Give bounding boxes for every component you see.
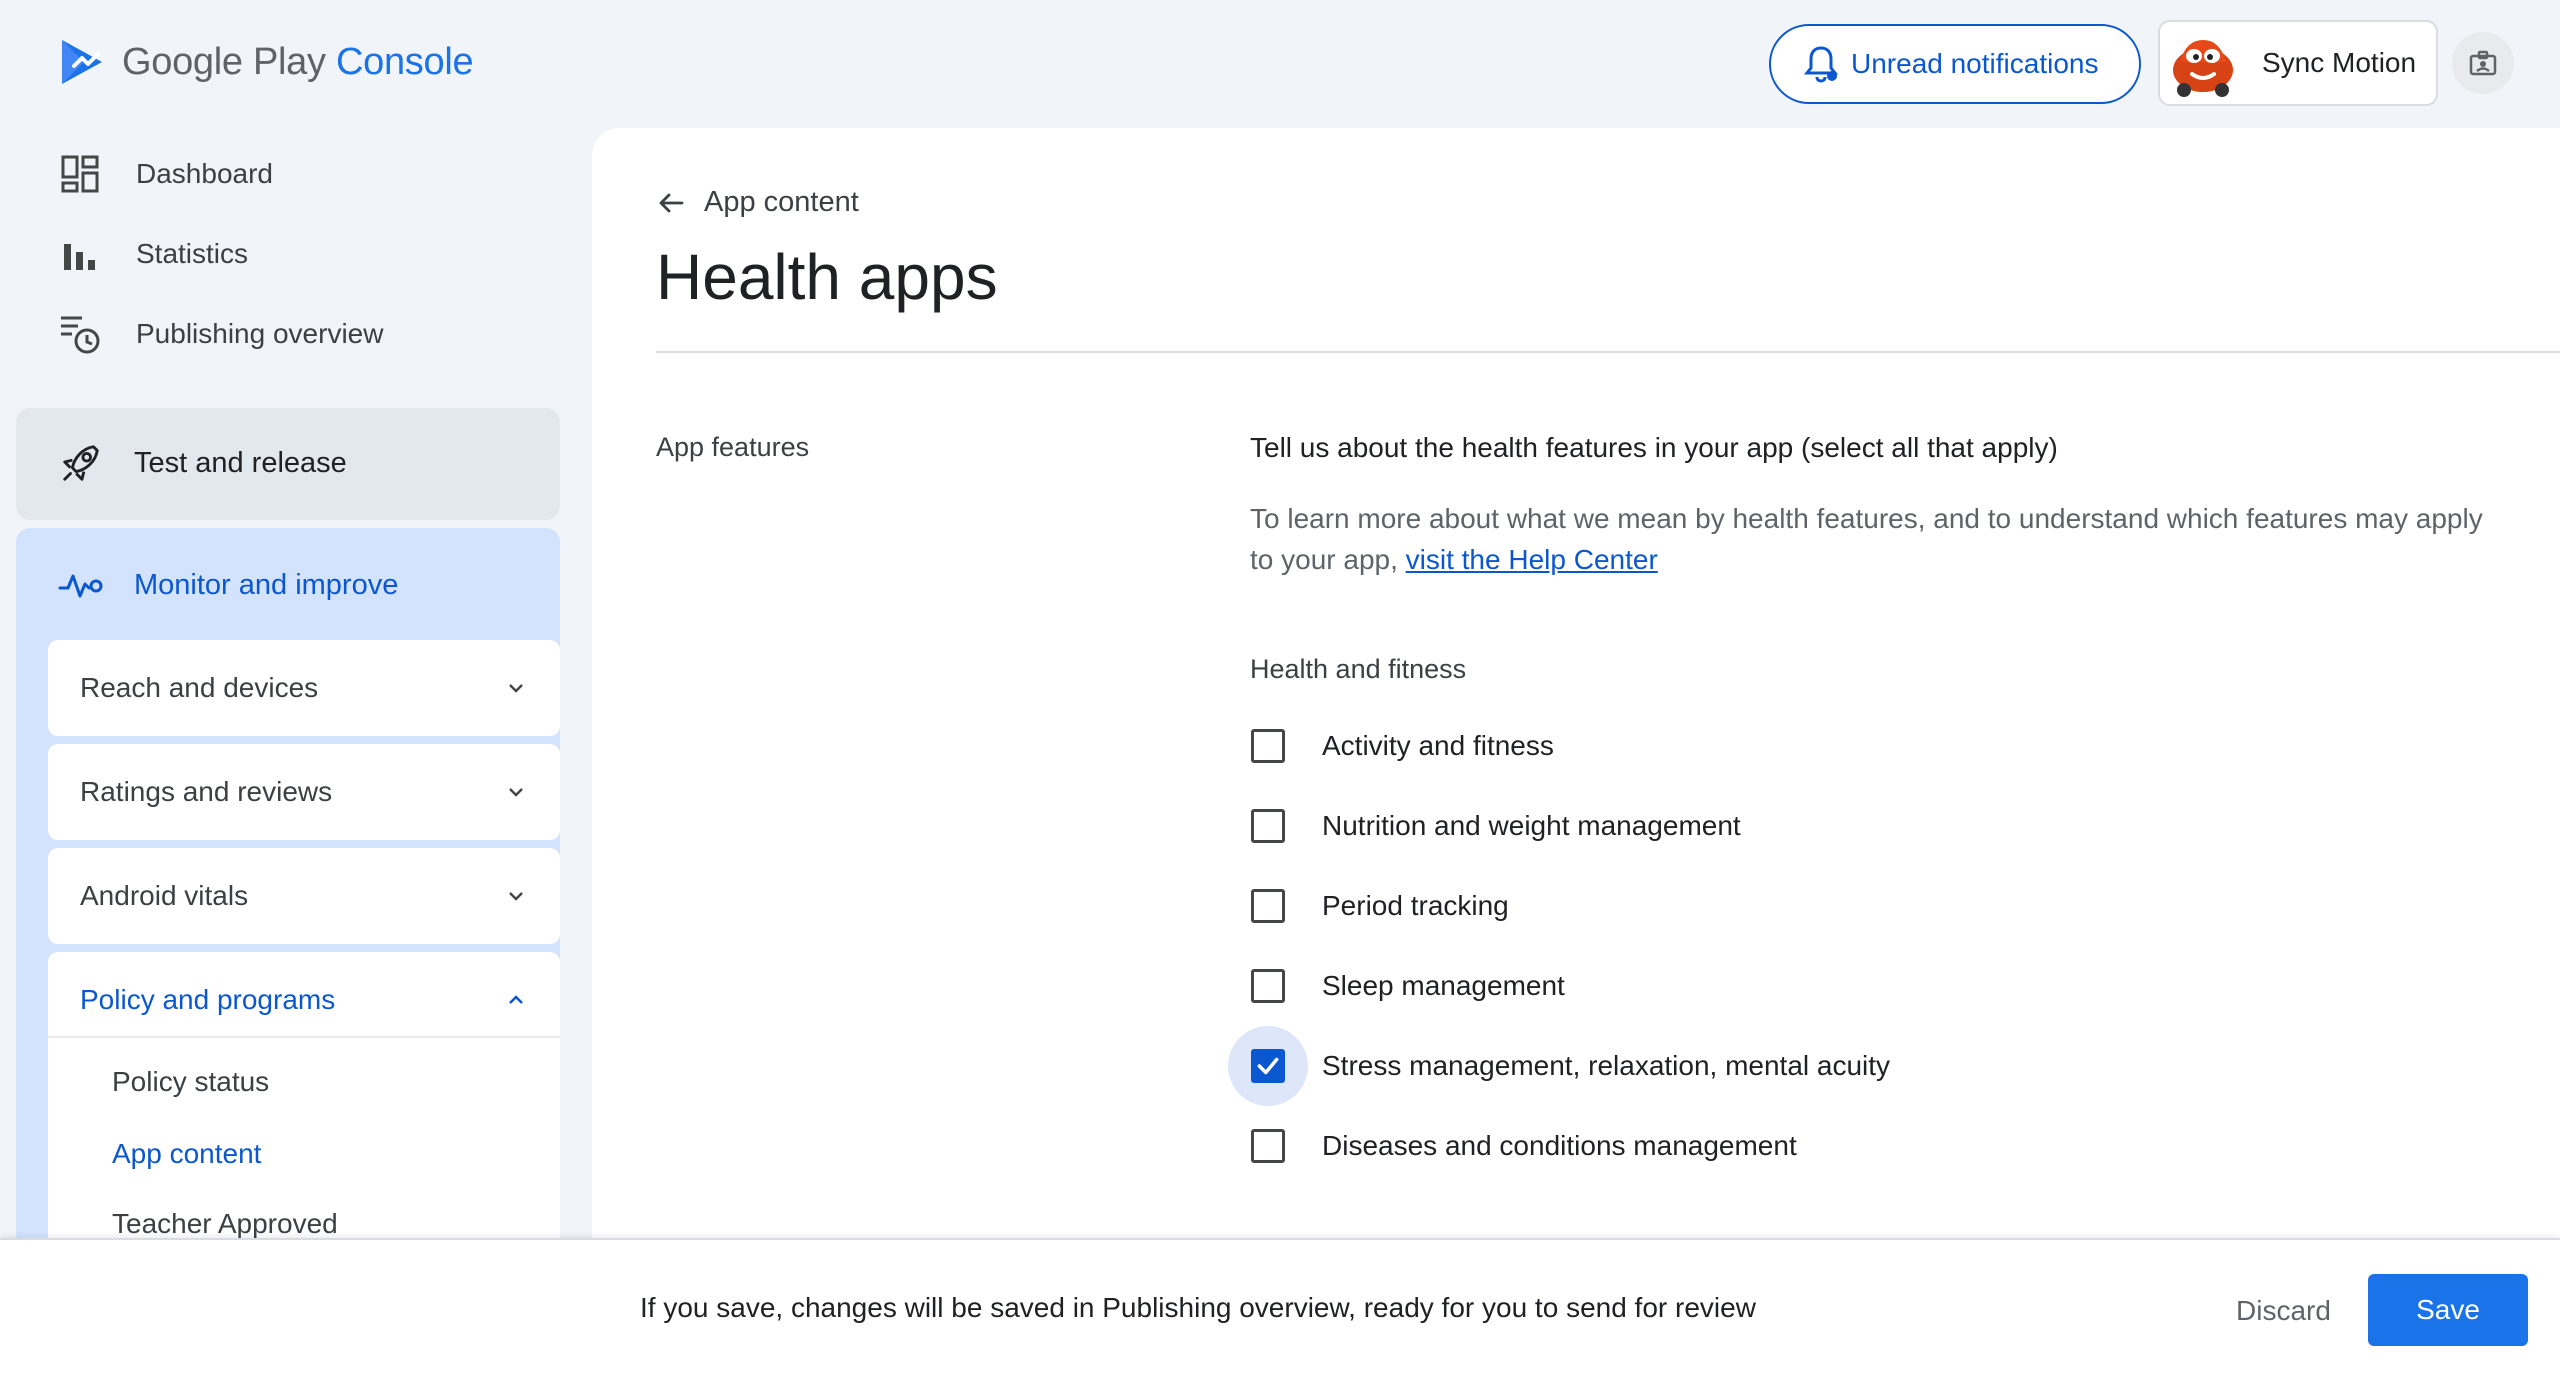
account-name: Sync Motion: [2262, 47, 2417, 78]
logo-console: Console: [335, 40, 474, 83]
notifications-label: Unread notifications: [1851, 48, 2099, 79]
sidebar-item-label: Publishing overview: [136, 318, 384, 349]
sidebar-item-label: Statistics: [136, 238, 249, 269]
checkbox[interactable]: [1251, 889, 1285, 923]
google-play-console-logo[interactable]: Google Play Console: [58, 36, 474, 88]
sidebar-item-label: Ratings and reviews: [80, 776, 333, 807]
save-button[interactable]: Save: [2368, 1274, 2528, 1346]
chevron-down-icon: [504, 884, 528, 908]
section-label: App features: [656, 432, 810, 462]
question-title: Tell us about the health features in you…: [1250, 432, 2058, 463]
checkbox[interactable]: [1251, 969, 1285, 1003]
option-stress-management[interactable]: Stress management, relaxation, mental ac…: [1228, 1026, 1890, 1106]
checkbox-label: Activity and fitness: [1322, 730, 1554, 761]
monitor-and-improve-header[interactable]: Monitor and improve: [58, 562, 398, 608]
page-title: Health apps: [656, 241, 998, 313]
back-label: App content: [704, 186, 859, 218]
publishing-clock-icon: [58, 312, 102, 356]
vitals-pulse-icon: [58, 562, 104, 608]
sidebar-item-reach-and-devices[interactable]: Reach and devices: [48, 640, 560, 736]
sidebar-item-policy-and-programs: Policy and programs Policy status App co…: [48, 952, 560, 1252]
sidebar-item-label: Dashboard: [136, 158, 273, 189]
car-mascot-icon: [2173, 40, 2233, 97]
sidebar-item-ratings-and-reviews[interactable]: Ratings and reviews: [48, 744, 560, 840]
sidebar-item-statistics[interactable]: Statistics: [58, 232, 248, 276]
developer-id-button[interactable]: [2452, 32, 2514, 94]
chevron-down-icon: [504, 676, 528, 700]
save-bar: If you save, changes will be saved in Pu…: [0, 1238, 2560, 1376]
option-activity-and-fitness[interactable]: Activity and fitness: [1228, 706, 1554, 786]
checkbox-label: Sleep management: [1322, 970, 1565, 1001]
play-console-logo-icon: [62, 40, 102, 84]
discard-button[interactable]: Discard: [2218, 1276, 2349, 1346]
question-description: To learn more about what we mean by heal…: [1250, 498, 2500, 580]
checkbox-label: Nutrition and weight management: [1322, 810, 1741, 841]
option-sleep-management[interactable]: Sleep management: [1228, 946, 1565, 1026]
logo-text: Google Play Console: [122, 40, 474, 84]
checkbox-label: Diseases and conditions management: [1322, 1130, 1797, 1161]
chevron-up-icon: [504, 988, 528, 1012]
sidebar-item-android-vitals[interactable]: Android vitals: [48, 848, 560, 944]
sidebar-item-label: Android vitals: [80, 880, 249, 911]
sidebar-subitem-policy-status[interactable]: Policy status: [112, 1066, 269, 1098]
dashboard-icon: [58, 152, 102, 196]
divider: [656, 351, 2560, 353]
avatar: [2166, 26, 2240, 100]
sidebar-subitem-app-content[interactable]: App content: [112, 1138, 261, 1170]
option-period-tracking[interactable]: Period tracking: [1228, 866, 1509, 946]
sidebar-item-dashboard[interactable]: Dashboard: [58, 152, 273, 196]
help-center-link[interactable]: visit the Help Center: [1406, 544, 1658, 575]
bar-chart-icon: [58, 232, 102, 276]
sidebar-item-publishing-overview[interactable]: Publishing overview: [58, 312, 383, 356]
checkbox-label: Stress management, relaxation, mental ac…: [1322, 1050, 1891, 1081]
rocket-icon: [58, 440, 104, 486]
divider: [48, 1036, 560, 1038]
account-id-icon: [2469, 50, 2497, 76]
sidebar-subitem-teacher-approved[interactable]: Teacher Approved: [112, 1208, 338, 1240]
chevron-down-icon: [504, 780, 528, 804]
main-content: App content Health apps App features Tel…: [592, 128, 2560, 1238]
checkbox[interactable]: [1251, 1129, 1285, 1163]
sidebar-section-label: Test and release: [134, 446, 347, 479]
bell-icon: [1803, 46, 1839, 83]
sidebar-section-test-and-release[interactable]: Test and release: [16, 408, 560, 520]
sidebar-item-label: Policy and programs: [80, 984, 336, 1015]
policy-and-programs-header[interactable]: Policy and programs: [80, 984, 528, 1016]
checkmark-icon: [1257, 1057, 1279, 1075]
logo-google-play: Google Play: [122, 40, 326, 83]
sidebar-section-label: Monitor and improve: [134, 568, 399, 601]
checkbox-label: Period tracking: [1322, 890, 1509, 921]
option-diseases-and-conditions-management[interactable]: Diseases and conditions management: [1228, 1106, 1797, 1186]
checkbox[interactable]: [1251, 729, 1285, 763]
unread-notifications-button[interactable]: Unread notifications: [1769, 24, 2141, 104]
checkbox[interactable]: [1251, 809, 1285, 843]
save-message: If you save, changes will be saved in Pu…: [640, 1292, 1756, 1323]
sidebar-item-label: Reach and devices: [80, 672, 319, 703]
back-to-app-content-link[interactable]: App content: [656, 186, 859, 219]
checkbox-checked[interactable]: [1251, 1049, 1285, 1083]
arrow-back-icon: [659, 193, 684, 212]
group-label: Health and fitness: [1250, 654, 1467, 684]
option-nutrition-and-weight-management[interactable]: Nutrition and weight management: [1228, 786, 1741, 866]
account-switcher[interactable]: Sync Motion: [2158, 20, 2438, 106]
sidebar-section-monitor-and-improve: Monitor and improve Reach and devices Ra…: [16, 528, 560, 1252]
